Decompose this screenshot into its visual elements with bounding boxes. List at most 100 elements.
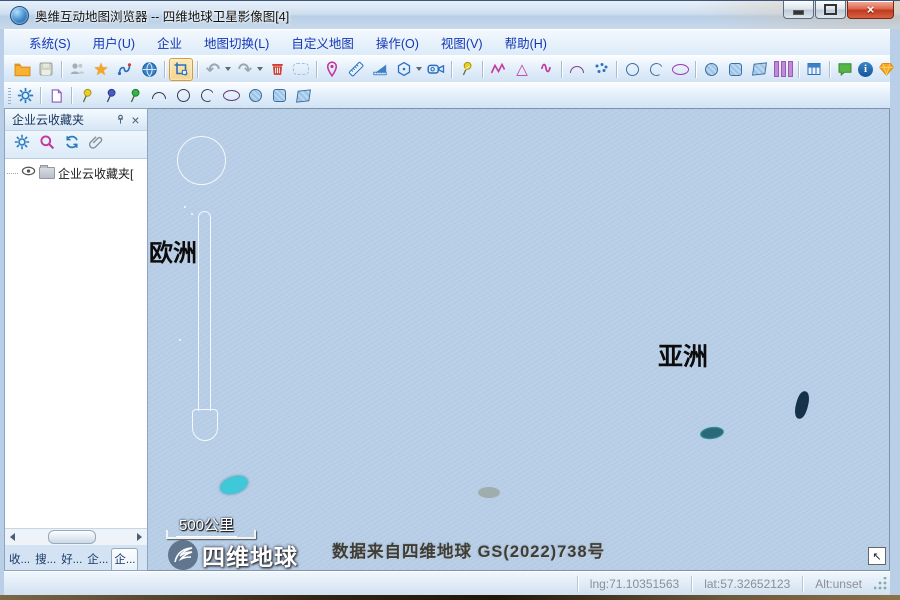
menu-help[interactable]: 帮助(H)	[494, 30, 558, 55]
scroll-right-arrow[interactable]	[132, 530, 147, 544]
window-bottom-edge	[0, 595, 900, 600]
arc-open-icon[interactable]	[645, 59, 667, 80]
status-longitude: lng:71.10351563	[578, 577, 691, 591]
map-texture	[148, 109, 889, 570]
menu-user[interactable]: 用户(U)	[82, 30, 146, 55]
chat-message-icon[interactable]	[834, 59, 856, 80]
menu-custom-map[interactable]: 自定义地图	[280, 30, 365, 55]
circle-outline-icon[interactable]	[621, 59, 643, 80]
fullscreen-corner-button[interactable]: ↖	[868, 547, 886, 565]
filled-quad-icon-2[interactable]	[292, 85, 314, 106]
toolbar-grip-2[interactable]	[8, 88, 11, 104]
polygon-triangle-icon[interactable]: △	[511, 59, 533, 80]
minimize-button[interactable]	[783, 1, 814, 19]
sidebar-search-icon[interactable]	[39, 134, 55, 155]
close-icon: ×	[867, 2, 875, 17]
pin-panel-icon[interactable]	[113, 112, 128, 127]
sidebar-gear-icon[interactable]	[14, 134, 30, 155]
status-latitude: lat:57.32652123	[692, 577, 802, 591]
tab-friends[interactable]: 好...	[59, 549, 84, 570]
area-measure-icon[interactable]	[369, 59, 391, 80]
open-folder-icon[interactable]	[11, 59, 33, 80]
nw-arrow-icon: ↖	[872, 550, 881, 563]
annotation-capsule-shaft[interactable]	[198, 211, 211, 411]
tab-search[interactable]: 搜...	[33, 549, 58, 570]
sidebar-attachment-icon[interactable]	[89, 135, 104, 155]
new-page-icon[interactable]	[45, 85, 67, 106]
title-bar[interactable]: 奥维互动地图浏览器 -- 四维地球卫星影像图[4] ×	[0, 1, 900, 29]
column-bars-icon[interactable]	[772, 59, 794, 80]
scatter-points-icon[interactable]	[590, 59, 612, 80]
track-icon[interactable]	[114, 59, 136, 80]
hexagon-dropdown-caret[interactable]	[416, 67, 422, 71]
settings-gear-icon[interactable]	[14, 85, 36, 106]
sidebar-refresh-icon[interactable]	[64, 134, 80, 155]
undo-icon[interactable]: ↶	[202, 59, 224, 80]
pushpin-yellow-icon[interactable]	[76, 85, 98, 106]
hexagon-tool-icon[interactable]	[393, 59, 415, 80]
tab-favorites[interactable]: 收...	[7, 549, 32, 570]
annotation-circle[interactable]	[177, 136, 226, 185]
globe-icon[interactable]	[138, 59, 160, 80]
pushpin-blue-icon[interactable]	[100, 85, 122, 106]
selection-marquee-icon[interactable]	[290, 59, 312, 80]
sidebar-hscrollbar[interactable]	[5, 528, 147, 545]
filled-rounded-square-icon[interactable]	[724, 59, 746, 80]
vip-gem-icon[interactable]	[875, 59, 897, 80]
arc-open-icon-2[interactable]	[196, 85, 218, 106]
maximize-icon	[824, 4, 837, 15]
camera-view-icon[interactable]	[425, 59, 447, 80]
visibility-eye-icon[interactable]	[21, 164, 36, 182]
info-icon[interactable]: i	[858, 62, 873, 77]
ellipse-outline-icon-2[interactable]	[220, 85, 242, 106]
app-icon	[10, 6, 29, 25]
curve-icon[interactable]: ∿	[535, 59, 557, 80]
minimize-icon	[793, 10, 804, 15]
redo-icon[interactable]: ↷	[234, 59, 256, 80]
toolbar-main: ★ ↶ ↷ △ ∿	[4, 55, 890, 82]
folder-icon	[39, 167, 55, 179]
menu-view[interactable]: 视图(V)	[430, 30, 494, 55]
pushpin-icon[interactable]	[456, 59, 478, 80]
redo-dropdown-caret[interactable]	[257, 67, 263, 71]
undo-dropdown-caret[interactable]	[225, 67, 231, 71]
circle-outline-icon-2[interactable]	[172, 85, 194, 106]
scroll-left-arrow[interactable]	[5, 530, 20, 544]
delete-trash-icon[interactable]	[266, 59, 288, 80]
menu-operation[interactable]: 操作(O)	[365, 30, 430, 55]
app-window: 奥维互动地图浏览器 -- 四维地球卫星影像图[4] × 系统(S) 用户(U) …	[0, 0, 900, 600]
menu-map-switch[interactable]: 地图切换(L)	[193, 30, 280, 55]
tab-enterprise-cloud[interactable]: 企...	[111, 548, 138, 570]
polyline-icon[interactable]	[487, 59, 509, 80]
tab-enterprise[interactable]: 企...	[85, 549, 110, 570]
filled-rounded-square-icon-2[interactable]	[268, 85, 290, 106]
close-button[interactable]: ×	[847, 1, 894, 19]
ruler-icon[interactable]	[345, 59, 367, 80]
resize-grip[interactable]	[874, 577, 888, 591]
lake-delta	[478, 487, 500, 498]
pushpin-green-icon[interactable]	[124, 85, 146, 106]
filled-circle-icon-2[interactable]	[244, 85, 266, 106]
annotation-capsule-bulge[interactable]	[192, 409, 218, 441]
location-pin-icon[interactable]	[321, 59, 343, 80]
contacts-icon[interactable]	[66, 59, 88, 80]
arc-chord-icon[interactable]	[566, 59, 588, 80]
close-panel-icon[interactable]: ×	[128, 112, 143, 127]
menu-system[interactable]: 系统(S)	[18, 30, 82, 55]
draw-region-tool-icon[interactable]	[169, 58, 193, 81]
label-asia: 亚洲	[658, 337, 708, 373]
map-viewport[interactable]: 欧洲 亚洲 500公里 四维地球 数据来自四维地球 GS(2022)738号 ↖	[148, 108, 890, 571]
ellipse-outline-icon[interactable]	[669, 59, 691, 80]
scroll-thumb[interactable]	[48, 530, 96, 544]
sidebar-toolbar	[5, 131, 147, 158]
filled-quad-icon[interactable]	[748, 59, 770, 80]
tree-item-root[interactable]: 企业云收藏夹[	[7, 164, 145, 182]
favorite-star-icon[interactable]: ★	[90, 59, 112, 80]
table-grid-icon[interactable]	[803, 59, 825, 80]
filled-circle-icon[interactable]	[700, 59, 722, 80]
window-title: 奥维互动地图浏览器 -- 四维地球卫星影像图[4]	[35, 6, 289, 25]
menu-enterprise[interactable]: 企业	[146, 30, 193, 55]
arc-dark-icon[interactable]	[148, 85, 170, 106]
maximize-button[interactable]	[815, 1, 846, 19]
save-icon[interactable]	[35, 59, 57, 80]
